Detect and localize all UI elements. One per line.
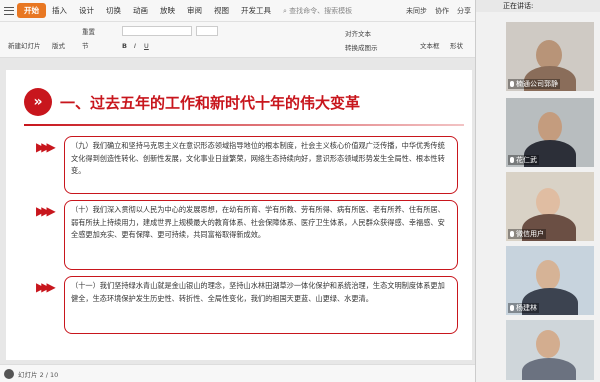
font-name-box[interactable] [122, 26, 192, 36]
participant-video[interactable]: 杨建林 [506, 246, 594, 315]
participant-face [536, 188, 560, 216]
item-text: （十一）我们坚持绿水青山就是金山银山的理念，坚持山水林田湖草沙一体化保护和系统治… [71, 281, 445, 303]
tab-developer[interactable]: 开发工具 [235, 5, 277, 16]
slide-title-row: » 一、过去五年的工作和新时代十年的伟大变革 [24, 88, 464, 126]
tab-view[interactable]: 视图 [208, 5, 235, 16]
reset-button[interactable]: 重置 [82, 26, 95, 36]
mic-icon [510, 305, 514, 311]
bold-button[interactable]: B [122, 42, 127, 50]
presentation-app: 开始 插入 设计 切换 动画 放映 审阅 视图 开发工具 ⌕ 查找命令、搜索模板… [0, 0, 475, 382]
participant-name: 微信用户 [508, 229, 546, 239]
convert-smartart-button[interactable]: 转换成图示 [345, 42, 378, 52]
search-input[interactable]: ⌕ 查找命令、搜索模板 [283, 6, 352, 16]
status-text: 幻灯片 2 / 10 [18, 371, 59, 379]
speaking-label: 正在讲话: [503, 2, 534, 10]
double-arrow-icon: ▶▶▶ [36, 140, 56, 154]
font-size-box[interactable] [196, 26, 218, 36]
speaking-header: 正在讲话: [476, 0, 600, 12]
participant-video[interactable] [506, 320, 594, 380]
mic-icon [510, 81, 514, 87]
double-arrow-icon: ▶▶▶ [36, 280, 56, 294]
tab-review[interactable]: 审阅 [181, 5, 208, 16]
list-item: ▶▶▶ （九）我们确立和坚持马克思主义在意识形态领域指导地位的根本制度，社会主义… [36, 136, 458, 194]
mic-icon [510, 231, 514, 237]
shape-button[interactable]: 形状 [450, 40, 463, 50]
participant-body [522, 358, 576, 380]
item-text: （九）我们确立和坚持马克思主义在意识形态领域指导地位的根本制度，社会主义核心价值… [71, 141, 445, 175]
double-arrow-icon: ▶▶▶ [36, 204, 56, 218]
layout-button[interactable]: 版式 [52, 40, 65, 50]
participant-face [538, 112, 562, 142]
item-text-box[interactable]: （十）我们深入贯彻以人民为中心的发展思想，在幼有所育、学有所教、劳有所得、病有所… [64, 200, 458, 270]
tab-transitions[interactable]: 切换 [100, 5, 127, 16]
participants-panel: 正在讲话: 楠通公司郭静 花仁武 微信用户 杨建林 [475, 0, 600, 382]
participant-name: 杨建林 [508, 303, 539, 313]
item-text: （十）我们深入贯彻以人民为中心的发展思想，在幼有所育、学有所教、劳有所得、病有所… [71, 205, 445, 239]
participant-name: 花仁武 [508, 155, 539, 165]
section-button[interactable]: 节 [82, 40, 89, 50]
title-arrow-icon: » [24, 88, 52, 116]
tab-home[interactable]: 开始 [17, 3, 46, 18]
slide-title: 一、过去五年的工作和新时代十年的伟大变革 [60, 94, 361, 112]
collaborate-button[interactable]: 协作 [435, 6, 449, 16]
participant-face [536, 330, 560, 358]
participant-video[interactable]: 花仁武 [506, 98, 594, 167]
sync-status[interactable]: 未同步 [406, 6, 427, 16]
status-icon [4, 369, 14, 379]
underline-button[interactable]: U [144, 42, 149, 50]
slide-canvas: » 一、过去五年的工作和新时代十年的伟大变革 ▶▶▶ （九）我们确立和坚持马克思… [0, 58, 475, 364]
participant-name: 楠通公司郭静 [508, 79, 560, 89]
status-bar: 幻灯片 2 / 10 [0, 364, 475, 382]
search-placeholder: 查找命令、搜索模板 [289, 6, 353, 15]
share-button[interactable]: 分享 [457, 6, 471, 16]
participant-face [536, 260, 560, 290]
text-direction-button[interactable]: 对齐文本 [345, 28, 371, 38]
italic-button[interactable]: I [134, 42, 136, 50]
title-underline [24, 124, 464, 126]
new-slide-button[interactable]: 新建幻灯片 [8, 40, 41, 50]
tab-slideshow[interactable]: 放映 [154, 5, 181, 16]
tab-design[interactable]: 设计 [73, 5, 100, 16]
mic-icon [510, 157, 514, 163]
menu-icon[interactable] [4, 6, 14, 15]
list-item: ▶▶▶ （十）我们深入贯彻以人民为中心的发展思想，在幼有所育、学有所教、劳有所得… [36, 200, 458, 270]
toolbar: 新建幻灯片 版式 节 重置 B I U 对齐文本 转换成图示 文本框 形状 [0, 22, 475, 58]
participant-video[interactable]: 微信用户 [506, 172, 594, 241]
tab-animations[interactable]: 动画 [127, 5, 154, 16]
ribbon-tabs: 开始 插入 设计 切换 动画 放映 审阅 视图 开发工具 ⌕ 查找命令、搜索模板… [0, 0, 475, 22]
item-text-box[interactable]: （九）我们确立和坚持马克思主义在意识形态领域指导地位的根本制度，社会主义核心价值… [64, 136, 458, 194]
tab-insert[interactable]: 插入 [46, 5, 73, 16]
slide[interactable]: » 一、过去五年的工作和新时代十年的伟大变革 ▶▶▶ （九）我们确立和坚持马克思… [6, 70, 472, 360]
item-text-box[interactable]: （十一）我们坚持绿水青山就是金山银山的理念，坚持山水林田湖草沙一体化保护和系统治… [64, 276, 458, 334]
list-item: ▶▶▶ （十一）我们坚持绿水青山就是金山银山的理念，坚持山水林田湖草沙一体化保护… [36, 276, 458, 334]
participant-video[interactable]: 楠通公司郭静 [506, 22, 594, 91]
text-box-button[interactable]: 文本框 [420, 40, 440, 50]
